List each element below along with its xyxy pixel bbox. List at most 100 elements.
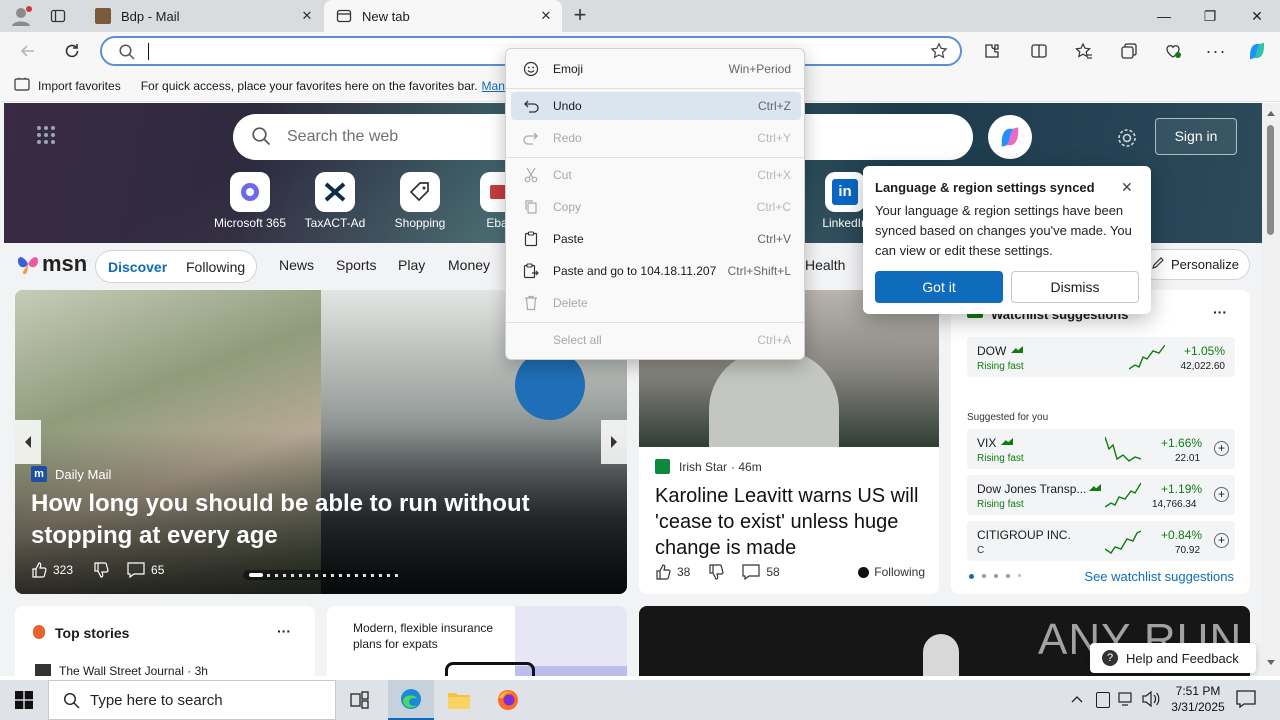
page-dot[interactable] <box>969 574 974 579</box>
story-headline[interactable]: Karoline Leavitt warns US will 'cease to… <box>655 483 930 561</box>
thumbs-down-icon[interactable] <box>708 564 724 580</box>
hero-headline[interactable]: How long you should be able to run witho… <box>31 488 571 552</box>
tab-following[interactable]: Following <box>186 259 245 275</box>
favorite-star-icon[interactable] <box>930 42 948 63</box>
story-source[interactable]: Irish Star · 46m <box>655 459 762 474</box>
nav-sports[interactable]: Sports <box>336 257 376 273</box>
scroll-thumb[interactable] <box>1267 125 1274 235</box>
personalize-button[interactable]: Personalize <box>1140 249 1250 280</box>
settings-more-icon[interactable]: ··· <box>1202 37 1230 65</box>
taskbar-firefox[interactable] <box>485 680 531 720</box>
thumbs-up-icon[interactable] <box>655 564 671 580</box>
menu-item-copy[interactable]: Copy Ctrl+C <box>511 193 801 221</box>
menu-item-delete[interactable]: Delete <box>511 289 801 317</box>
network-icon[interactable] <box>1118 691 1136 707</box>
copilot-button[interactable] <box>988 115 1032 159</box>
volume-icon[interactable] <box>1142 690 1160 708</box>
stock-row[interactable]: CITIGROUP INC. C +0.84% 70.92 + <box>967 521 1235 561</box>
add-to-watchlist-button[interactable]: + <box>1214 533 1229 548</box>
see-watchlist-link[interactable]: See watchlist suggestions <box>1084 569 1234 584</box>
scroll-up-arrow-icon[interactable] <box>1267 111 1275 116</box>
clock[interactable]: 7:51 PM 3/31/2025 <box>1162 683 1234 717</box>
sign-in-button[interactable]: Sign in <box>1155 118 1237 155</box>
page-dot[interactable] <box>982 574 986 578</box>
story-source[interactable]: The Wall Street Journal · 3h <box>59 664 208 676</box>
refresh-button[interactable] <box>58 37 86 65</box>
page-dot[interactable] <box>1006 574 1010 578</box>
add-to-watchlist-button[interactable]: + <box>1214 441 1229 456</box>
help-feedback-button[interactable]: ? Help and Feedback <box>1090 643 1256 673</box>
page-dot[interactable] <box>1018 574 1021 577</box>
close-tab-icon[interactable]: ✕ <box>299 8 315 24</box>
taskbar-file-explorer[interactable] <box>436 680 482 720</box>
scroll-down-arrow-icon[interactable] <box>1267 660 1275 665</box>
close-window-button[interactable]: ✕ <box>1234 0 1280 32</box>
watchlist-pagination[interactable] <box>969 574 1025 580</box>
page-scrollbar[interactable] <box>1262 103 1280 676</box>
show-hidden-icons[interactable] <box>1070 692 1086 708</box>
profile-avatar[interactable] <box>10 6 32 26</box>
nav-money[interactable]: Money <box>448 257 490 273</box>
tab-new-tab[interactable]: New tab ✕ <box>324 0 562 32</box>
following-indicator[interactable]: Following <box>858 565 925 579</box>
got-it-button[interactable]: Got it <box>875 271 1003 303</box>
stock-row[interactable]: DOW Rising fast +1.05% 42,022.60 <box>967 337 1235 377</box>
tab-actions-icon[interactable] <box>50 8 68 24</box>
popup-close-icon[interactable]: ✕ <box>1121 179 1133 196</box>
stock-row[interactable]: VIX Rising fast +1.66% 22.01 + <box>967 429 1235 469</box>
taskbar-search-box[interactable]: Type here to search <box>48 680 336 720</box>
carousel-prev-button[interactable] <box>15 420 41 464</box>
menu-item-emoji[interactable]: Emoji Win+Period <box>511 55 801 83</box>
menu-item-cut[interactable]: Cut Ctrl+X <box>511 161 801 189</box>
ad-card[interactable]: Modern, flexible insurance plans for exp… <box>327 606 627 676</box>
comment-icon[interactable] <box>742 564 760 580</box>
new-tab-button[interactable]: + <box>568 3 592 27</box>
taskbar-edge[interactable] <box>388 680 434 720</box>
quick-link-shopping[interactable]: Shopping <box>380 172 460 230</box>
minimize-button[interactable]: — <box>1141 0 1187 32</box>
search-icon <box>251 126 271 149</box>
page-dot[interactable] <box>994 574 998 578</box>
import-favorites-button[interactable]: Import favorites <box>38 79 121 93</box>
carousel-next-button[interactable] <box>601 420 627 464</box>
task-view-button[interactable] <box>337 680 383 720</box>
thumbs-up-icon[interactable] <box>31 562 47 578</box>
add-to-watchlist-button[interactable]: + <box>1214 487 1229 502</box>
start-button[interactable] <box>0 680 48 720</box>
close-tab-icon[interactable]: ✕ <box>538 8 554 24</box>
msn-logo[interactable]: msn <box>16 251 87 277</box>
nav-news[interactable]: News <box>279 257 314 273</box>
menu-item-paste-and-go[interactable]: Paste and go to 104.18.11.207 Ctrl+Shift… <box>511 257 801 285</box>
favorites-icon[interactable] <box>1070 37 1098 65</box>
comment-icon[interactable] <box>127 562 145 578</box>
extensions-icon[interactable] <box>978 37 1006 65</box>
nav-health[interactable]: Health <box>805 257 845 273</box>
split-screen-icon[interactable] <box>1025 37 1053 65</box>
thumbs-down-icon[interactable] <box>93 562 109 578</box>
menu-item-undo[interactable]: Undo Ctrl+Z <box>511 92 801 120</box>
tab-mail[interactable]: Bdp - Mail ✕ <box>83 0 323 32</box>
apps-launcher-icon[interactable] <box>36 125 58 147</box>
hero-source[interactable]: m Daily Mail <box>31 466 111 482</box>
menu-item-paste[interactable]: Paste Ctrl+V <box>511 225 801 253</box>
stock-row[interactable]: Dow Jones Transp... Rising fast +1.19% 1… <box>967 475 1235 515</box>
menu-item-redo[interactable]: Redo Ctrl+Y <box>511 124 801 152</box>
carousel-dots[interactable] <box>267 573 399 577</box>
collections-icon[interactable] <box>1115 37 1143 65</box>
notifications-button[interactable] <box>1236 690 1258 710</box>
page-settings-gear-icon[interactable] <box>1116 127 1138 152</box>
watchlist-more-icon[interactable]: ··· <box>1213 304 1227 320</box>
browser-essentials-icon[interactable] <box>1159 37 1187 65</box>
dismiss-button[interactable]: Dismiss <box>1011 271 1139 303</box>
maximize-button[interactable]: ❐ <box>1187 0 1233 32</box>
tab-discover[interactable]: Discover <box>108 259 167 275</box>
tray-device-icon[interactable] <box>1096 692 1110 708</box>
copilot-icon[interactable] <box>1243 37 1271 65</box>
menu-item-select-all[interactable]: Select all Ctrl+A <box>511 326 801 354</box>
nav-play[interactable]: Play <box>398 257 425 273</box>
back-button[interactable] <box>14 37 42 65</box>
quick-link-taxact[interactable]: TaxACT-Ad <box>295 172 375 230</box>
top-stories-more-icon[interactable]: ··· <box>277 623 291 639</box>
quick-link-microsoft-365[interactable]: Microsoft 365 <box>210 172 290 230</box>
carousel-dot-active[interactable] <box>249 573 263 577</box>
